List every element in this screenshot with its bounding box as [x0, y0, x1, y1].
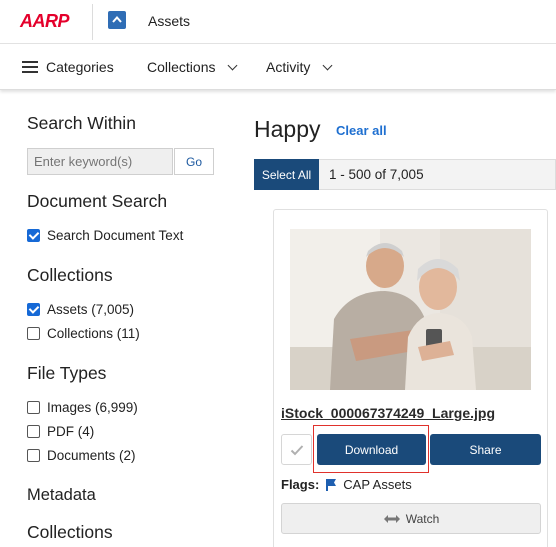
filter-collections[interactable]: Collections (11) [27, 326, 140, 341]
asset-thumbnail[interactable] [290, 229, 531, 390]
search-document-text-checkbox[interactable] [27, 229, 40, 242]
top-header: AARP Assets [0, 0, 556, 44]
watch-label: Watch [405, 511, 440, 526]
flags-label: Flags: [281, 477, 320, 492]
pdf-label: PDF (4) [47, 424, 95, 439]
images-label: Images (6,999) [47, 400, 138, 415]
filter-assets[interactable]: Assets (7,005) [27, 302, 134, 317]
collections-heading: Collections [27, 265, 113, 285]
result-count: 1 - 500 of 7,005 [329, 167, 424, 182]
flag-icon [326, 479, 337, 491]
collections-filter-label: Collections (11) [47, 326, 140, 341]
documents-checkbox[interactable] [27, 449, 40, 462]
filter-pdf[interactable]: PDF (4) [27, 424, 94, 439]
metadata-heading: Metadata [27, 486, 96, 504]
flag-value[interactable]: CAP Assets [343, 477, 411, 492]
filter-images[interactable]: Images (6,999) [27, 400, 138, 415]
nav-bar: Categories Collections Activity [0, 44, 556, 90]
collections-dropdown[interactable]: Collections [147, 59, 238, 75]
check-icon [290, 444, 303, 455]
asset-filename-link[interactable]: iStock_000067374249_Large.jpg [281, 405, 495, 421]
asset-photo-image [290, 229, 531, 390]
watch-icon [383, 514, 400, 523]
hamburger-icon [22, 61, 38, 73]
search-document-text-option[interactable]: Search Document Text [27, 228, 183, 243]
aarp-logo[interactable]: AARP [20, 11, 70, 32]
go-button[interactable]: Go [174, 148, 214, 175]
search-document-text-label: Search Document Text [47, 228, 184, 243]
collections-checkbox[interactable] [27, 327, 40, 340]
chevron-down-icon [322, 60, 333, 70]
clear-all-link[interactable]: Clear all [336, 123, 387, 138]
activity-label: Activity [266, 59, 311, 75]
flags-row: Flags: CAP Assets [281, 477, 412, 492]
select-all-button[interactable]: Select All [254, 159, 319, 190]
categories-label: Categories [46, 59, 114, 75]
select-asset-button[interactable] [281, 434, 312, 465]
share-button[interactable]: Share [430, 434, 541, 465]
pdf-checkbox[interactable] [27, 425, 40, 438]
metadata-collections-heading: Collections [27, 522, 113, 542]
download-button[interactable]: Download [317, 434, 426, 465]
chevron-up-icon [112, 15, 122, 23]
assets-checkbox[interactable] [27, 303, 40, 316]
chevron-down-icon [228, 60, 238, 70]
search-within-heading: Search Within [27, 113, 136, 133]
activity-dropdown[interactable]: Activity [266, 59, 333, 75]
documents-label: Documents (2) [47, 448, 136, 463]
filter-documents[interactable]: Documents (2) [27, 448, 136, 463]
app-title[interactable]: Assets [148, 13, 190, 29]
keyword-search-input[interactable] [27, 148, 173, 175]
images-checkbox[interactable] [27, 401, 40, 414]
assets-label: Assets (7,005) [47, 302, 135, 317]
document-search-heading: Document Search [27, 191, 168, 211]
app-icon[interactable] [108, 11, 126, 29]
file-types-heading: File Types [27, 363, 107, 383]
categories-menu[interactable]: Categories [22, 59, 114, 75]
header-divider [92, 4, 93, 40]
search-query-title: Happy [254, 116, 321, 142]
collections-label: Collections [147, 59, 216, 75]
watch-button[interactable]: Watch [281, 503, 541, 534]
